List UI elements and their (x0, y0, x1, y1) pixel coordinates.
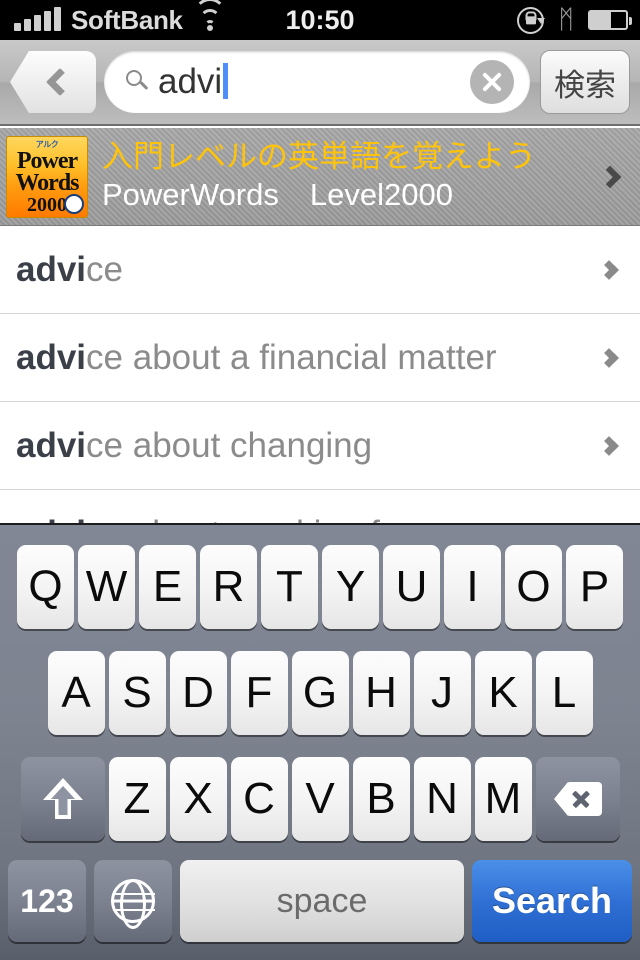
key-o[interactable]: O (505, 545, 562, 629)
key-h[interactable]: H (352, 651, 410, 735)
key-m[interactable]: M (474, 757, 532, 841)
search-toolbar: advi 検索 (0, 40, 640, 126)
suggestion-rest: ce about changing (86, 425, 373, 465)
key-y[interactable]: Y (322, 545, 379, 629)
keyboard-row-1: Q W E R T Y U I O P (0, 535, 640, 639)
key-w[interactable]: W (78, 545, 135, 629)
key-f[interactable]: F (230, 651, 288, 735)
app-icon-line1: Power (16, 147, 78, 174)
magnifier-icon (126, 70, 150, 94)
suggestion-match: advi (16, 249, 87, 289)
chevron-right-icon (598, 165, 622, 188)
search-return-key[interactable]: Search (472, 860, 632, 942)
key-x[interactable]: X (169, 757, 227, 841)
globe-key[interactable] (94, 860, 172, 942)
list-item[interactable]: advice about changing (0, 402, 640, 490)
battery-icon (588, 10, 632, 30)
search-query-text: advi (158, 62, 223, 101)
suggestion-rest: ce (86, 249, 124, 289)
suggestion-rest: ce about a financial matter (86, 337, 497, 377)
status-bar: SoftBank 10:50 ᛗ (0, 0, 640, 40)
chevron-right-icon (599, 259, 619, 280)
promo-banner[interactable]: アルク Power Words 2000 入門レベルの英単語を覚えよう Powe… (0, 128, 640, 226)
key-g[interactable]: G (291, 651, 349, 735)
key-c[interactable]: C (230, 757, 288, 841)
key-d[interactable]: D (169, 651, 227, 735)
keyboard-row-3: Z X C V B N M (0, 747, 640, 851)
chevron-right-icon (599, 347, 619, 368)
chevron-right-icon (599, 435, 619, 456)
bluetooth-icon: ᛗ (558, 5, 574, 35)
key-e[interactable]: E (139, 545, 196, 629)
app-icon-powerwords: アルク Power Words 2000 (6, 135, 88, 218)
key-r[interactable]: R (200, 545, 257, 629)
chevron-left-icon (45, 67, 75, 97)
delete-backspace-icon (553, 782, 602, 816)
suggestion-match: advi (16, 425, 87, 465)
suggestion-text: advice about a financial matter (16, 338, 602, 378)
key-l[interactable]: L (535, 651, 593, 735)
key-q[interactable]: Q (17, 545, 74, 629)
phone-screen: SoftBank 10:50 ᛗ advi 検索 アルク Power Words… (0, 0, 640, 960)
mascot-icon (64, 193, 84, 214)
keyboard-row-2: A S D F G H J K L (0, 641, 640, 745)
key-p[interactable]: P (566, 545, 623, 629)
back-button[interactable] (10, 51, 96, 113)
list-item[interactable]: advice about a financial matter (0, 314, 640, 402)
key-s[interactable]: S (108, 651, 166, 735)
search-input[interactable]: advi (104, 51, 530, 113)
suggestion-text: advice (16, 250, 602, 290)
key-n[interactable]: N (413, 757, 471, 841)
key-i[interactable]: I (444, 545, 501, 629)
promo-banner-title: 入門レベルの英単語を覚えよう (102, 140, 536, 176)
key-k[interactable]: K (474, 651, 532, 735)
key-b[interactable]: B (352, 757, 410, 841)
key-t[interactable]: T (261, 545, 318, 629)
key-v[interactable]: V (291, 757, 349, 841)
clear-search-button[interactable] (470, 60, 514, 104)
numeric-key[interactable]: 123 (8, 860, 86, 942)
shift-key[interactable] (20, 757, 105, 841)
space-key[interactable]: space (180, 860, 464, 942)
delete-key[interactable] (535, 757, 620, 841)
rotation-lock-icon (517, 6, 546, 34)
key-j[interactable]: J (413, 651, 471, 735)
key-a[interactable]: A (47, 651, 105, 735)
shift-icon (43, 778, 83, 820)
app-icon-line2: Words (15, 170, 79, 197)
search-input-value: advi (158, 62, 229, 102)
suggestion-match: advi (16, 337, 87, 377)
list-item[interactable]: advice (0, 226, 640, 314)
text-cursor (223, 63, 229, 99)
keyboard-row-4: 123 space Search (0, 853, 640, 949)
key-u[interactable]: U (383, 545, 440, 629)
globe-icon (111, 879, 155, 923)
status-bar-right: ᛗ (517, 5, 632, 35)
app-icon-line3: 2000 (27, 194, 67, 217)
onscreen-keyboard[interactable]: Q W E R T Y U I O P A S D F G H J K L Z … (0, 523, 640, 960)
key-z[interactable]: Z (108, 757, 166, 841)
promo-banner-text: 入門レベルの英単語を覚えよう PowerWords Level2000 (102, 140, 602, 213)
suggestion-text: advice about changing (16, 426, 602, 466)
search-submit-button[interactable]: 検索 (540, 50, 630, 114)
promo-banner-subtitle: PowerWords Level2000 (102, 176, 453, 212)
